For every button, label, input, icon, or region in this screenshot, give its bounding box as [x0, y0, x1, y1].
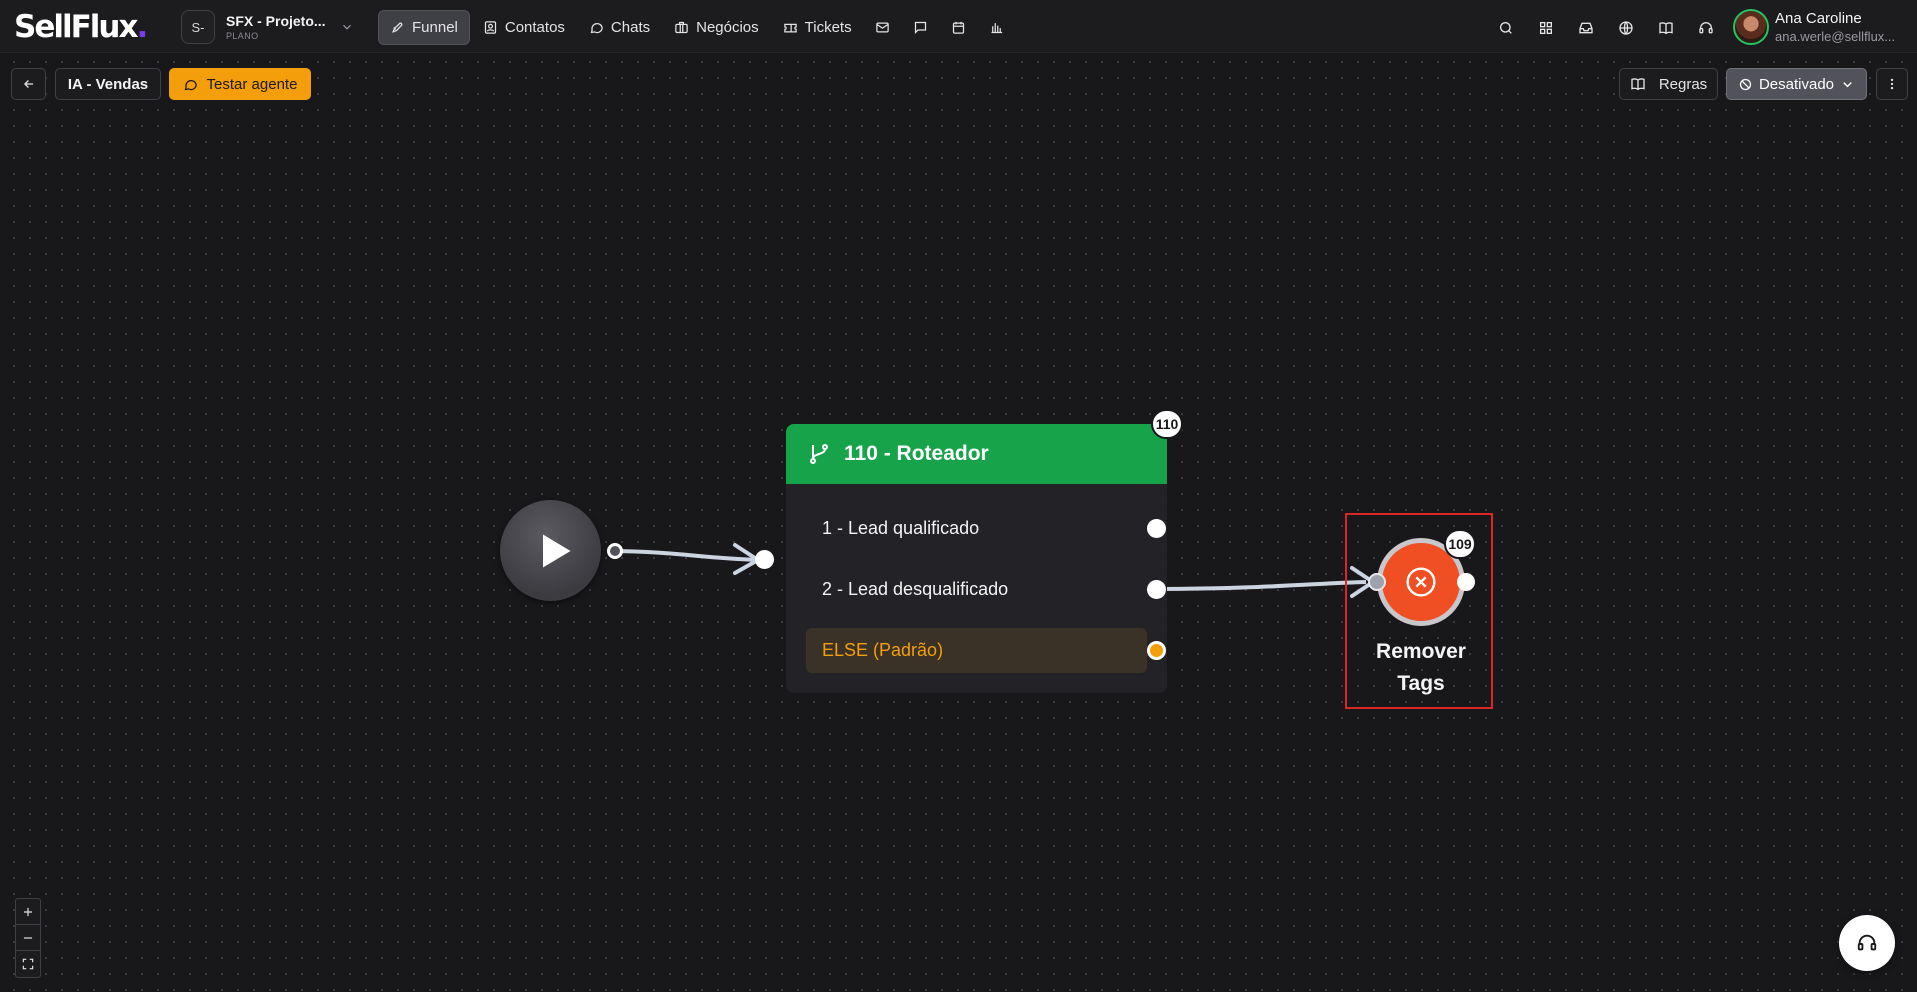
book-icon [1659, 21, 1673, 34]
book-icon [1631, 78, 1645, 91]
play-icon [542, 534, 570, 567]
sellflux-logo[interactable]: SellFlux. [14, 9, 148, 45]
route-2-output-handle[interactable] [1147, 580, 1166, 599]
top-navbar: SellFlux. S- SFX - Projeto... PLANO Funn… [0, 0, 1917, 53]
nav-item-label: Chats [610, 19, 651, 36]
route-1-output-handle[interactable] [1147, 519, 1166, 538]
x-circle-icon [1406, 567, 1436, 597]
mail-icon [876, 22, 889, 33]
project-name: SFX - Projeto... [226, 12, 326, 29]
more-options-button[interactable] [1876, 68, 1908, 100]
inbox-button[interactable] [1566, 10, 1606, 45]
inbox-icon [1579, 22, 1593, 33]
router-node[interactable]: 110 - Roteador 1 - Lead qualificado 2 - … [786, 424, 1167, 693]
user-email: ana.werle@sellflux... [1775, 29, 1896, 44]
remove-tags-output-handle[interactable] [1457, 573, 1475, 591]
nav-item-label: Negócios [696, 19, 759, 36]
nav-item-label: Tickets [804, 19, 852, 36]
nav-item-funnel[interactable]: Funnel [378, 10, 470, 45]
route-else[interactable]: ELSE (Padrão) [806, 628, 1147, 673]
search-button[interactable] [1486, 10, 1526, 45]
router-input-handle[interactable] [755, 550, 774, 569]
nav-item-label: Contatos [504, 19, 565, 36]
globe-icon [1619, 20, 1633, 35]
headset-icon [1857, 934, 1877, 951]
git-branch-icon [810, 444, 828, 464]
route-else-output-handle[interactable] [1147, 641, 1166, 660]
rocket-icon [392, 22, 403, 33]
back-button[interactable] [11, 68, 46, 100]
zoom-in-button[interactable] [16, 899, 40, 925]
more-vertical-icon [1890, 78, 1894, 90]
chat-icon [590, 22, 603, 34]
briefcase-icon [675, 21, 688, 34]
nav-reports-button[interactable] [979, 10, 1015, 45]
arrow-left-icon [23, 80, 33, 88]
contacts-icon [484, 21, 496, 34]
test-agent-button[interactable]: Testar agente [169, 68, 311, 100]
remove-tags-input-handle[interactable] [1368, 573, 1386, 591]
calendar-icon [952, 21, 965, 34]
zoom-controls [15, 898, 41, 978]
apps-grid-icon [1540, 21, 1552, 34]
ticket-icon [783, 23, 797, 33]
headset-icon [1699, 21, 1713, 33]
nav-item-tickets[interactable]: Tickets [772, 10, 863, 45]
header-utilities [1486, 10, 1726, 45]
nav-mail-button[interactable] [865, 10, 901, 45]
nav-item-chats[interactable]: Chats [578, 10, 661, 45]
message-square-icon [914, 21, 927, 35]
router-title: 110 - Roteador [844, 442, 989, 465]
route-item[interactable]: 2 - Lead desqualificado [806, 567, 1147, 612]
avatar [1733, 9, 1769, 45]
chevron-down-icon [1843, 81, 1852, 87]
node-id-badge: 109 [1444, 529, 1476, 559]
nav-item-contatos[interactable]: Contatos [472, 10, 576, 45]
minus-icon [23, 936, 33, 939]
node-id-badge: 110 [1151, 409, 1183, 439]
rules-button[interactable]: Regras [1619, 68, 1718, 100]
plus-icon [23, 907, 33, 916]
router-header: 110 - Roteador [786, 424, 1167, 484]
rules-label: Regras [1658, 75, 1708, 93]
route-item[interactable]: 1 - Lead qualificado [806, 506, 1147, 551]
nav-item-label: Funnel [412, 19, 458, 36]
apps-button[interactable] [1526, 10, 1566, 45]
project-plan: PLANO [226, 30, 259, 41]
fit-view-button[interactable] [16, 951, 40, 977]
status-dropdown[interactable]: Desativado [1726, 68, 1867, 100]
main-nav: Funnel Contatos Chats Negócios Tickets [378, 10, 1015, 45]
support-button[interactable] [1686, 10, 1726, 45]
start-node[interactable] [500, 500, 601, 601]
help-chat-button[interactable] [1839, 915, 1895, 971]
flow-name-button[interactable]: IA - Vendas [55, 68, 161, 100]
zoom-out-button[interactable] [16, 925, 40, 951]
language-button[interactable] [1606, 10, 1646, 45]
nav-item-negocios[interactable]: Negócios [663, 10, 770, 45]
ban-icon [1739, 78, 1752, 90]
nav-calendar-button[interactable] [941, 10, 977, 45]
start-output-handle[interactable] [607, 543, 623, 559]
user-name: Ana Caroline [1775, 10, 1862, 27]
chevron-down-icon [342, 24, 351, 30]
project-switcher[interactable]: S- SFX - Projeto... PLANO [181, 10, 354, 44]
search-icon [1500, 21, 1512, 34]
remove-tags-label: Remover Tags [1376, 640, 1466, 695]
docs-button[interactable] [1646, 10, 1686, 45]
project-avatar: S- [181, 10, 215, 44]
user-menu[interactable]: Ana Caroline ana.werle@sellflux... [1733, 9, 1895, 45]
test-agent-label: Testar agente [206, 75, 298, 93]
chat-icon [184, 79, 197, 90]
bar-chart-icon [991, 23, 1003, 34]
fit-view-icon [22, 958, 34, 970]
nav-messages-button[interactable] [903, 10, 939, 45]
status-label: Desativado [1758, 75, 1835, 93]
